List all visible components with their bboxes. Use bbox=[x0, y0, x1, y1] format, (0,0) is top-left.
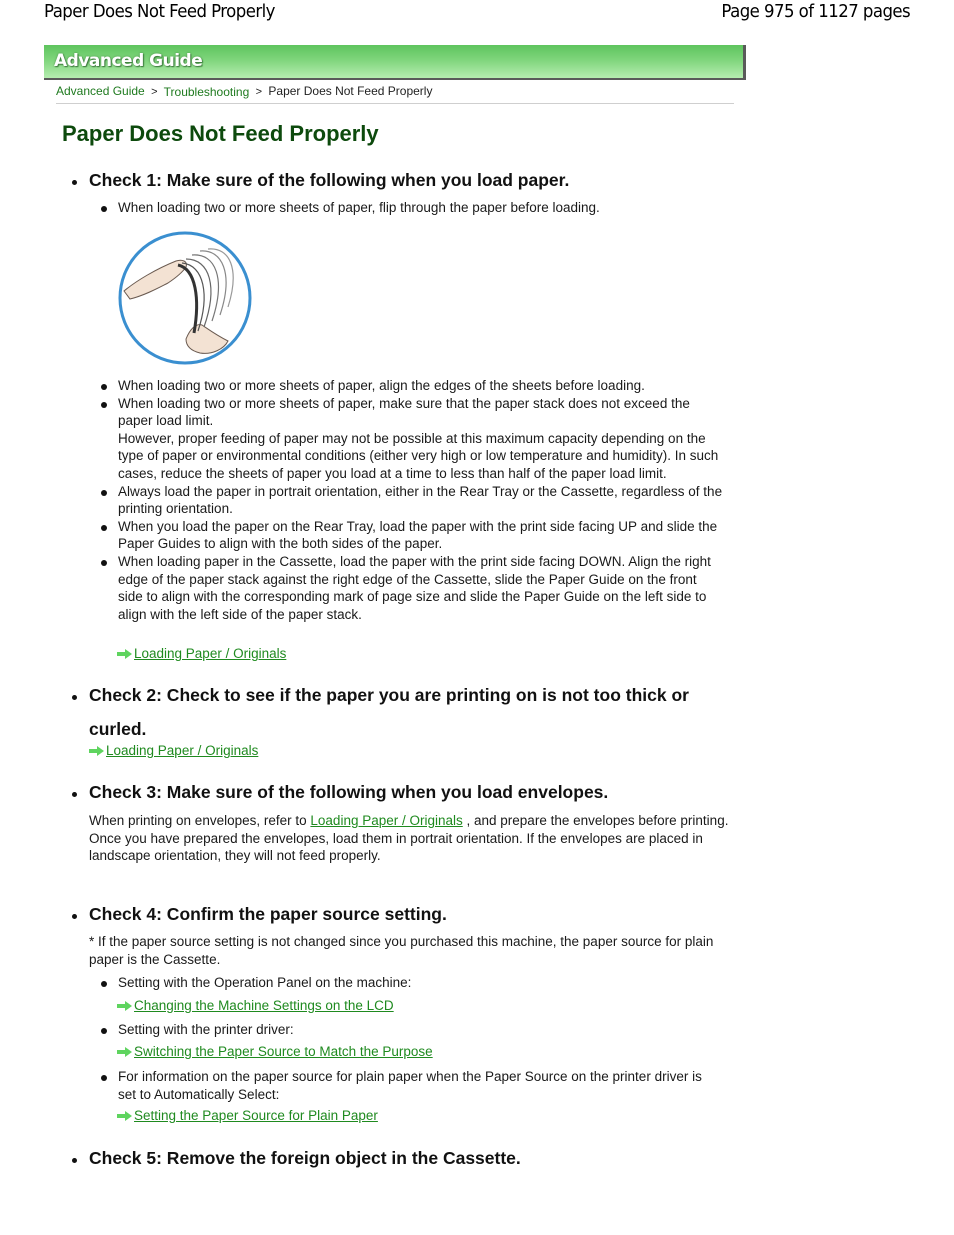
link-switching-paper-source[interactable]: Switching the Paper Source to Match the … bbox=[117, 1044, 433, 1059]
bullet-icon bbox=[101, 384, 107, 390]
arrow-right-icon bbox=[117, 649, 132, 659]
flipping-paper-illustration bbox=[118, 231, 252, 365]
breadcrumb-current: Paper Does Not Feed Properly bbox=[268, 84, 433, 98]
bullet-icon bbox=[72, 180, 77, 185]
link-changing-machine-settings[interactable]: Changing the Machine Settings on the LCD bbox=[117, 998, 394, 1013]
list-item: Setting with the printer driver: bbox=[100, 1021, 725, 1039]
breadcrumb: Advanced Guide > Troubleshooting > Paper… bbox=[56, 84, 433, 99]
arrow-right-icon bbox=[89, 746, 104, 756]
arrow-right-icon bbox=[117, 1047, 132, 1057]
breadcrumb-separator: > bbox=[255, 86, 263, 98]
divider bbox=[56, 103, 734, 104]
arrow-right-icon bbox=[117, 1111, 132, 1121]
bullet-icon bbox=[72, 792, 77, 797]
bullet-icon bbox=[101, 559, 107, 566]
bullet-icon bbox=[101, 401, 107, 408]
list-item: When loading two or more sheets of paper… bbox=[100, 199, 725, 217]
breadcrumb-troubleshooting[interactable]: Troubleshooting bbox=[164, 85, 250, 99]
list-item: For information on the paper source for … bbox=[100, 1068, 712, 1103]
check-4-list: For information on the paper source for … bbox=[100, 1068, 712, 1103]
banner-label: Advanced Guide bbox=[54, 51, 203, 71]
list-item: When loading two or more sheets of paper… bbox=[100, 395, 725, 483]
check-3-paragraph: When printing on envelopes, refer to Loa… bbox=[89, 813, 729, 864]
page-header: Paper Does Not Feed Properly Page 975 of… bbox=[0, 0, 954, 30]
link-loading-paper-originals[interactable]: Loading Paper / Originals bbox=[117, 646, 286, 661]
link-loading-paper-originals[interactable]: Loading Paper / Originals bbox=[89, 743, 258, 758]
bullet-icon bbox=[101, 1028, 107, 1034]
bullet-icon bbox=[72, 914, 77, 919]
bullet-icon bbox=[101, 981, 107, 987]
check-4-list: Setting with the printer driver: bbox=[100, 1021, 725, 1039]
check-4-list: Setting with the Operation Panel on the … bbox=[100, 974, 725, 992]
check-1-list-b: When loading two or more sheets of paper… bbox=[100, 377, 725, 623]
breadcrumb-separator: > bbox=[151, 86, 158, 98]
bullet-icon bbox=[101, 489, 107, 496]
list-item: Always load the paper in portrait orient… bbox=[100, 483, 725, 518]
arrow-right-icon bbox=[117, 1001, 132, 1011]
breadcrumb-advanced-guide[interactable]: Advanced Guide bbox=[56, 84, 145, 98]
bullet-icon bbox=[101, 524, 107, 531]
page-title: Paper Does Not Feed Properly bbox=[62, 121, 379, 146]
bullet-icon bbox=[72, 695, 77, 700]
bullet-icon bbox=[101, 1075, 107, 1081]
advanced-guide-banner: Advanced Guide bbox=[44, 45, 746, 80]
document-title: Paper Does Not Feed Properly bbox=[44, 1, 275, 22]
list-item: When you load the paper on the Rear Tray… bbox=[100, 518, 725, 553]
check-4-note: * If the paper source setting is not cha… bbox=[89, 934, 714, 967]
link-loading-paper-originals[interactable]: Loading Paper / Originals bbox=[310, 813, 462, 828]
check-1-list-a: When loading two or more sheets of paper… bbox=[100, 199, 725, 217]
link-setting-paper-source-plain[interactable]: Setting the Paper Source for Plain Paper bbox=[117, 1108, 378, 1123]
list-item: When loading paper in the Cassette, load… bbox=[100, 553, 725, 623]
list-item: Setting with the Operation Panel on the … bbox=[100, 974, 725, 992]
bullet-icon bbox=[101, 206, 107, 212]
bullet-icon bbox=[72, 1158, 77, 1163]
page-indicator: Page 975 of 1127 pages bbox=[721, 1, 910, 22]
list-item: When loading two or more sheets of paper… bbox=[100, 377, 725, 395]
